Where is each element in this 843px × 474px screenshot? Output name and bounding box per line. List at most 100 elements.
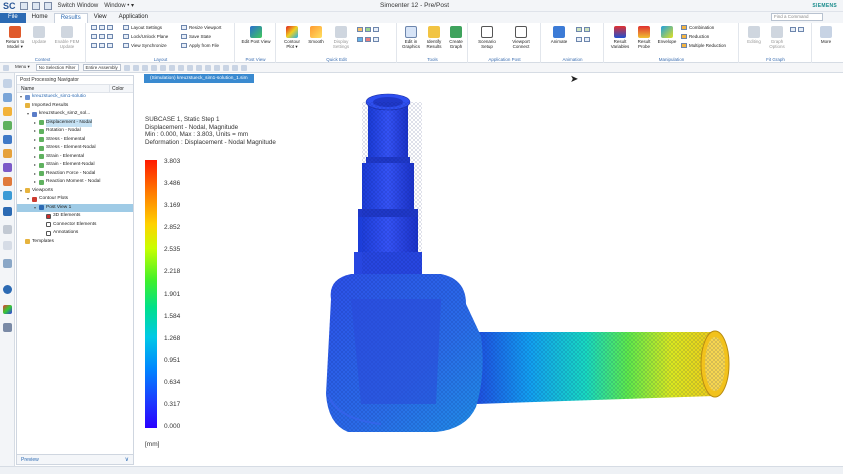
constraint-navigator-icon[interactable]	[3, 135, 12, 144]
menu-icon[interactable]	[3, 64, 9, 71]
part-navigator-icon[interactable]	[3, 107, 12, 116]
help-icon[interactable]	[3, 225, 12, 234]
edit-post-view-button[interactable]: Edit Post View	[240, 26, 272, 44]
tree-row[interactable]: Templates	[17, 238, 133, 247]
assembly-navigator-icon[interactable]	[3, 121, 12, 130]
checkbox-icon[interactable]	[46, 222, 51, 228]
tree-row[interactable]: ▸ Stress - Elemental	[17, 136, 133, 145]
select-tool-icon-10[interactable]	[204, 64, 211, 71]
resize-viewport-button[interactable]: Resize Viewport	[181, 25, 221, 30]
preview-panel-toggle[interactable]: Preview ∨	[17, 454, 133, 464]
undo-icon[interactable]	[31, 1, 40, 10]
tree-row[interactable]: Imported Results	[17, 102, 133, 111]
select-tool-icon-11[interactable]	[213, 64, 220, 71]
reduction-button[interactable]: Reduction	[681, 34, 709, 39]
tree-row[interactable]: ▸ Reaction Moment - Nodal	[17, 178, 133, 187]
lock-unlock-plane-button[interactable]: Lock/Unlock Plane	[123, 34, 168, 39]
viewport-connect-button[interactable]: Viewport Connect	[505, 26, 537, 49]
smooth-button[interactable]: Smooth	[306, 26, 326, 44]
tree-row[interactable]: 3D Elements	[17, 212, 133, 221]
tree-row[interactable]: ▾ Viewports	[17, 187, 133, 196]
render-icon[interactable]	[3, 259, 12, 268]
select-tool-icon-14[interactable]	[240, 64, 247, 71]
tree-row[interactable]: ▸ Displacement - Nodal	[17, 118, 133, 127]
history-icon[interactable]	[3, 177, 12, 186]
select-tool-icon-5[interactable]	[159, 64, 166, 71]
create-graph-button[interactable]: Create Graph	[445, 26, 467, 49]
save-icon[interactable]	[19, 1, 28, 10]
selection-filter-select[interactable]: No Selection Filter	[35, 64, 79, 71]
tree-row[interactable]: ▾ Contour Plots	[17, 195, 133, 204]
post-navigator-icon[interactable]	[3, 163, 12, 172]
tree-row[interactable]: ▸ Rotation - Nodal	[17, 127, 133, 136]
select-tool-icon-3[interactable]	[141, 64, 148, 71]
tree-row[interactable]: Connector Elements	[17, 221, 133, 230]
tab-results[interactable]: Results	[53, 13, 88, 23]
select-tool-icon-4[interactable]	[150, 64, 157, 71]
column-name[interactable]: Name	[17, 85, 110, 92]
file-menu[interactable]: File	[0, 13, 26, 23]
tree-row[interactable]: ▸ Strain - Elemental	[17, 153, 133, 162]
select-tool-icon-12[interactable]	[222, 64, 229, 71]
display-settings-button[interactable]: Display Settings	[328, 26, 354, 49]
settings-icon[interactable]	[3, 79, 12, 88]
enable-fem-update-button[interactable]: Enable FEM Update	[52, 26, 82, 49]
tree-row[interactable]: ▾ kreuzstueck_sim1-solutio	[17, 93, 133, 102]
multiple-reduction-button[interactable]: Multiple Reduction	[681, 43, 726, 48]
more-button[interactable]: More	[814, 26, 838, 44]
editing-button[interactable]: Editing	[743, 26, 765, 44]
save-state-button[interactable]: Save State	[181, 34, 211, 39]
select-tool-icon[interactable]	[123, 64, 130, 71]
quick-edit-small-buttons[interactable]	[357, 27, 379, 32]
sim-navigator-icon[interactable]	[3, 93, 12, 102]
tree-row[interactable]: ▸ Stress - Element-Nodal	[17, 144, 133, 153]
tree-row[interactable]: ▸ Reaction Force - Nodal	[17, 170, 133, 179]
roles-icon[interactable]	[3, 241, 12, 250]
quick-edit-small-buttons-2[interactable]	[357, 37, 379, 42]
layout-grid-buttons-3[interactable]	[91, 43, 113, 48]
apply-from-file-button[interactable]: Apply from File	[181, 43, 219, 48]
select-tool-icon-9[interactable]	[195, 64, 202, 71]
combination-button[interactable]: Combination	[681, 25, 714, 30]
redo-icon[interactable]	[43, 1, 52, 10]
tree-row[interactable]: ▸ Strain - Element-Nodal	[17, 161, 133, 170]
tree-row[interactable]: Annotations	[17, 229, 133, 238]
command-search-input[interactable]: Find a Command	[771, 13, 823, 21]
identify-results-button[interactable]: Identify Results	[423, 26, 445, 49]
tab-view[interactable]: View	[88, 13, 113, 23]
update-button[interactable]: Update	[29, 26, 49, 44]
window-menu-button[interactable]: Window • ▾	[104, 2, 134, 9]
clock-icon[interactable]	[3, 285, 12, 294]
layout-settings-button[interactable]: Layout Settings	[123, 25, 162, 30]
edit-in-graphics-button[interactable]: Edit in Graphics	[400, 26, 422, 49]
graph-options-button[interactable]: Graph Options	[766, 26, 788, 49]
animate-button[interactable]: Animate	[546, 26, 572, 44]
tab-home[interactable]: Home	[26, 13, 54, 23]
tab-application[interactable]: Application	[113, 13, 154, 23]
reuse-library-icon[interactable]	[3, 149, 12, 158]
assembly-scope-select[interactable]: Entire Assembly	[82, 64, 121, 71]
select-tool-icon-7[interactable]	[177, 64, 184, 71]
animation-controls-2[interactable]	[576, 37, 590, 42]
menu-dropdown[interactable]: Menu ▾	[13, 64, 32, 71]
select-tool-icon-13[interactable]	[231, 64, 238, 71]
palette-icon[interactable]	[3, 207, 12, 216]
return-to-model-button[interactable]: Return to Model ▾	[3, 26, 27, 49]
animation-controls[interactable]	[576, 27, 590, 32]
view-synchronize-button[interactable]: View Synchronize	[123, 43, 167, 48]
results-icon[interactable]	[3, 305, 12, 314]
envelope-button[interactable]: Envelope	[656, 26, 678, 44]
result-probe-button[interactable]: Result Probe	[633, 26, 655, 49]
select-tool-icon-8[interactable]	[186, 64, 193, 71]
result-variables-button[interactable]: Result Variables	[608, 26, 632, 49]
select-tool-icon-6[interactable]	[168, 64, 175, 71]
graphics-viewport[interactable]: (Simulation) kreuzstueck_sim1-solution_1…	[136, 74, 843, 466]
web-browser-icon[interactable]	[3, 191, 12, 200]
contour-plot-button[interactable]: Contour Plot ▾	[280, 26, 304, 49]
fit-graph-small-buttons[interactable]	[790, 27, 804, 32]
scenario-setup-button[interactable]: Scenario Setup	[473, 26, 501, 49]
select-tool-icon-2[interactable]	[132, 64, 139, 71]
checkbox-icon[interactable]	[46, 230, 51, 236]
viewport-icon[interactable]	[3, 323, 12, 332]
layout-grid-buttons-2[interactable]	[91, 34, 113, 39]
